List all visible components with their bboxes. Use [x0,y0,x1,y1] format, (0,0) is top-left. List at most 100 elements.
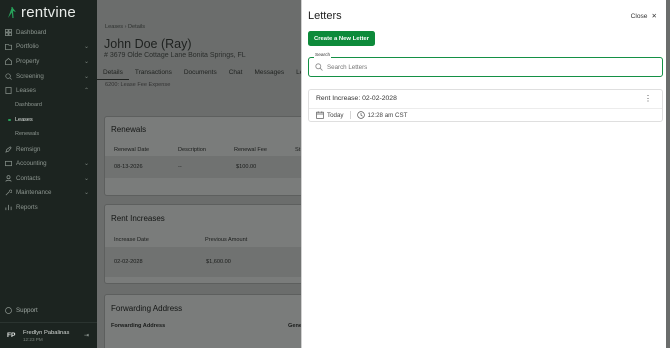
user-profile[interactable]: FP Fredlyn Pabalinas 12:23 PM ⇥ [0,322,97,348]
user-name: Fredlyn Pabalinas [23,329,70,336]
clock-icon [356,111,365,119]
sidebar-item-support[interactable]: Support [5,307,38,314]
close-icon: ✕ [651,13,657,20]
sidebar-item-reports[interactable]: Reports [0,200,97,215]
sidebar-item-label: Dashboard [16,28,47,36]
rent-increases-title: Rent Increases [111,214,165,223]
user-time: 12:23 PM [23,336,43,342]
sidebar-subitem-label: Dashboard [15,102,42,109]
sidebar-item-portfolio[interactable]: Portfolio ⌄ [0,40,97,55]
rent-increase-header: Previous Amount [205,237,248,243]
renewal-fee: $100.00 [236,164,257,170]
renewals-header: St [295,147,301,153]
previous-amount: $1,600.00 [206,259,231,265]
search-input[interactable] [327,63,627,71]
tab-bar: Details Transactions Documents Chat Mess… [97,68,322,80]
create-letter-button[interactable]: Create a New Letter [308,31,375,46]
partial-line: 6200: Lease Fee Expense [105,82,171,88]
dashboard-icon [5,28,12,36]
rent-increases-card: Rent Increases Increase Date Previous Am… [104,204,314,284]
logout-icon[interactable]: ⇥ [84,332,89,339]
search-icon [315,63,323,71]
tab-messages[interactable]: Messages [248,68,290,80]
sidebar-item-label: Maintenance [16,189,52,197]
tab-details[interactable]: Details [97,68,129,80]
forwarding-address-card: Forwarding Address Forwarding Address Ge… [104,294,314,348]
sidebar-item-accounting[interactable]: Accounting ⌄ [0,156,97,171]
sidebar-item-dashboard[interactable]: Dashboard [0,25,97,40]
renewals-header: Description [178,147,206,153]
chevron-down-icon: ⌄ [83,44,89,51]
sidebar-item-label: Reports [16,203,38,211]
support-label: Support [16,307,38,314]
sidebar-subitem-renewals[interactable]: Renewals [0,127,97,142]
search-field[interactable] [308,57,663,77]
more-options-icon[interactable]: ⋮ [644,94,652,103]
chevron-down-icon: ⌄ [83,190,89,197]
chevron-down-icon: ⌄ [83,161,89,168]
forwarding-title: Forwarding Address [111,304,183,313]
sidebar-item-label: Leases [16,87,36,95]
brand-logo[interactable]: rentvine [7,4,76,21]
sidebar-item-property[interactable]: Property ⌄ [0,54,97,69]
letter-meta: Today 12:28 am CST [316,111,407,119]
breadcrumb[interactable]: Leases › Details [105,24,145,30]
sidebar-item-leases[interactable]: Leases ⌃ [0,83,97,98]
pen-icon [5,145,12,153]
lease-address: # 3679 Olde Cottage Lane Bonita Springs,… [104,52,246,59]
sidebar-item-label: Accounting [16,160,47,168]
rentvine-leaf-icon [8,6,16,19]
property-icon [5,57,12,65]
wrench-icon [5,189,12,196]
table-row[interactable]: 08-13-2026 -- $100.00 [105,156,313,178]
chevron-down-icon: ⌄ [83,73,89,80]
scrollbar[interactable] [666,0,670,348]
divider [309,108,662,109]
letters-panel: Letters Close ✕ Create a New Letter Sear… [301,0,666,348]
forwarding-header: Gene [288,323,302,329]
renewal-description: -- [178,164,182,170]
sidebar-item-label: Screening [16,72,44,80]
close-label: Close [630,12,648,20]
chevron-down-icon: ⌄ [83,58,89,65]
tab-transactions[interactable]: Transactions [129,68,178,80]
leases-icon [5,87,12,95]
search-label: Search [314,53,332,58]
rent-increase-header: Increase Date [114,237,149,243]
tab-chat[interactable]: Chat [223,68,249,80]
screening-icon [5,73,12,80]
folder-icon [5,44,12,51]
renewals-card: Renewals Renewal Date Description Renewa… [104,116,314,196]
forwarding-header: Forwarding Address [111,323,166,329]
sidebar-nav: Dashboard Portfolio ⌄ Property ⌄ Screeni… [0,25,97,215]
sidebar-item-contacts[interactable]: Contacts ⌄ [0,171,97,186]
panel-title: Letters [308,10,342,22]
tab-documents[interactable]: Documents [178,68,223,80]
brand-name: rentvine [21,4,76,21]
sidebar-item-maintenance[interactable]: Maintenance ⌄ [0,186,97,201]
letter-card[interactable]: Rent Increase: 02-02-2028 ⋮ Today 12:28 … [308,89,663,122]
contacts-icon [5,174,12,182]
sidebar-subitem-leases[interactable]: Leases [0,113,97,128]
avatar: FP [7,332,16,339]
sidebar-item-label: Portfolio [16,43,39,51]
sidebar-subitem-dashboard[interactable]: Dashboard [0,98,97,113]
sidebar-item-remsign[interactable]: Remsign [0,142,97,157]
reports-icon [5,204,12,211]
renewals-title: Renewals [111,125,147,134]
sidebar: rentvine Dashboard Portfolio ⌄ Property … [0,0,97,348]
close-button[interactable]: Close ✕ [630,12,657,21]
renewals-header: Renewal Date [114,147,150,153]
renewals-header: Renewal Fee [234,147,267,153]
page-title: John Doe (Ray) [104,37,192,51]
app-root: rentvine Dashboard Portfolio ⌄ Property … [0,0,670,348]
address-text: 3679 Olde Cottage Lane Bonita Springs, F… [109,52,246,59]
letter-time: 12:28 am CST [367,111,408,119]
table-row[interactable]: 02-02-2028 $1,600.00 [105,247,313,277]
help-circle-icon [5,307,12,314]
sidebar-item-label: Contacts [16,174,41,182]
sidebar-item-screening[interactable]: Screening ⌄ [0,69,97,84]
meta-divider [349,111,351,119]
sidebar-subitem-label: Renewals [15,131,40,138]
chevron-down-icon: ⌄ [83,175,89,182]
